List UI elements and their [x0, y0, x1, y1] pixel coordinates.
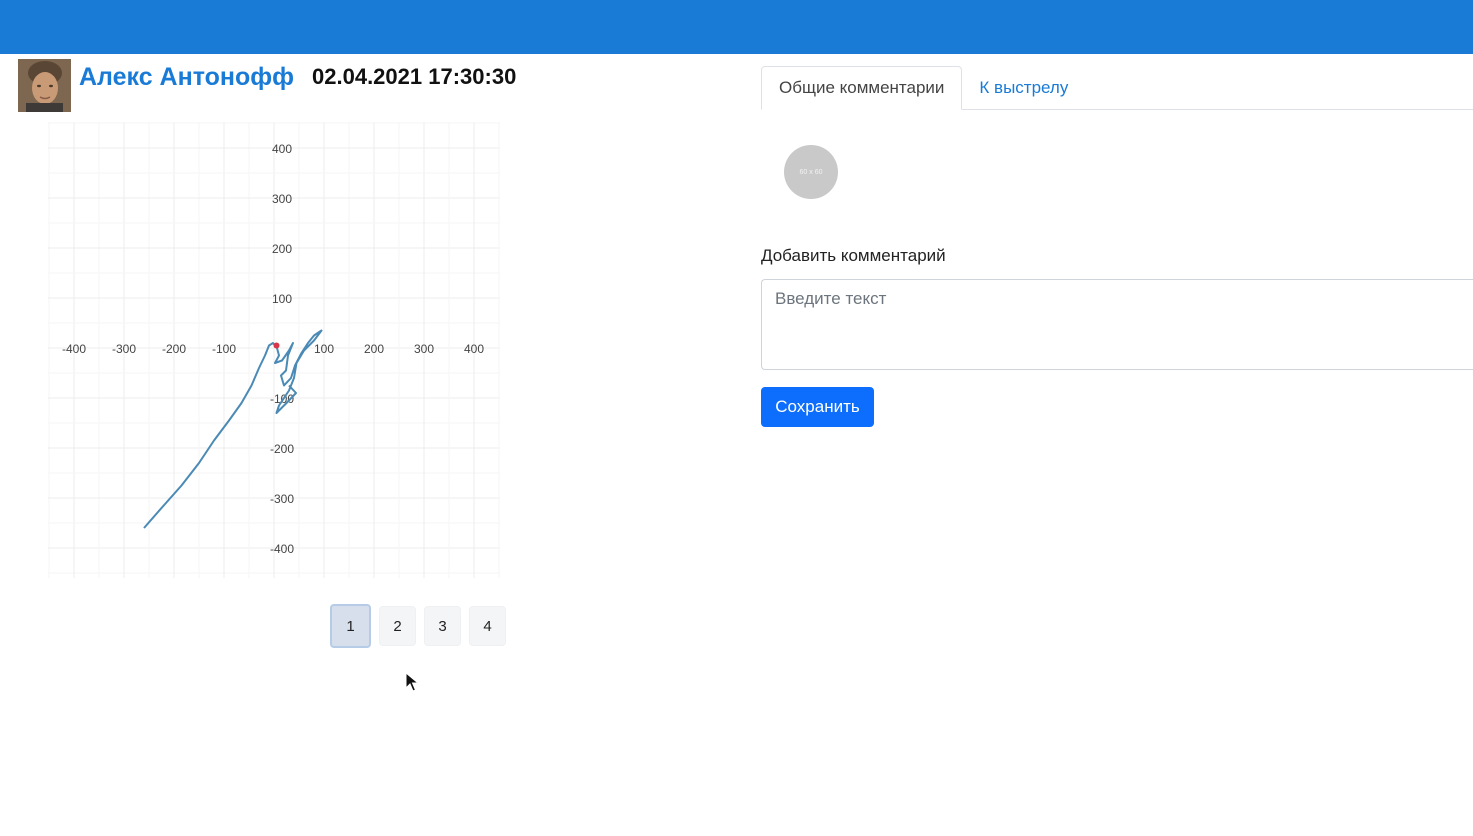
user-header: Алекс Антонофф 02.04.2021 17:30:30	[18, 58, 516, 112]
shot-timestamp: 02.04.2021 17:30:30	[312, 64, 517, 89]
user-avatar[interactable]	[18, 58, 71, 112]
tab-1[interactable]: К выстрелу	[962, 66, 1085, 110]
comments-panel: Общие комментарии К выстрелу 60 x 60 Доба…	[761, 66, 1473, 427]
x-tick-label: -200	[162, 342, 186, 356]
shot-hit-point	[273, 342, 280, 349]
x-tick-label: 300	[414, 342, 434, 356]
y-tick-label: 400	[272, 142, 292, 156]
y-tick-label: 300	[272, 192, 292, 206]
add-comment-label: Добавить комментарий	[761, 246, 946, 265]
page-button-1[interactable]: 1	[330, 604, 371, 648]
tab-0[interactable]: Общие комментарии	[761, 66, 963, 110]
y-tick-label: -200	[270, 442, 294, 456]
mouse-pointer-icon	[405, 672, 419, 692]
comment-avatar-placeholder: 60 x 60	[784, 145, 838, 199]
page-button-2[interactable]: 2	[379, 606, 416, 646]
user-name-link[interactable]: Алекс Антонофф	[79, 63, 294, 92]
y-tick-label: 100	[272, 292, 292, 306]
y-tick-label: -300	[270, 492, 294, 506]
x-tick-label: -400	[62, 342, 86, 356]
shot-trace-chart: -400 -300 -200 -100 100 200 300 400 400 300 200 100…	[48, 122, 500, 578]
pagination: 1234	[330, 604, 506, 648]
x-tick-label: 200	[364, 342, 384, 356]
y-tick-label: 200	[272, 242, 292, 256]
user-photo-icon	[18, 58, 71, 112]
page-button-4[interactable]: 4	[469, 606, 506, 646]
comments-tabs: Общие комментарии К выстрелу	[761, 66, 1473, 110]
top-navbar	[0, 0, 1473, 54]
x-tick-label: -100	[212, 342, 236, 356]
trace-plot: -400 -300 -200 -100 100 200 300 400 400 300 200 100…	[48, 122, 500, 578]
y-tick-label: -400	[270, 542, 294, 556]
page-button-3[interactable]: 3	[424, 606, 461, 646]
x-tick-label: -300	[112, 342, 136, 356]
x-tick-label: 100	[314, 342, 334, 356]
comment-input[interactable]	[761, 279, 1473, 370]
avatar-placeholder-text: 60 x 60	[799, 168, 823, 176]
save-button[interactable]: Сохранить	[761, 387, 874, 427]
x-tick-label: 400	[464, 342, 484, 356]
